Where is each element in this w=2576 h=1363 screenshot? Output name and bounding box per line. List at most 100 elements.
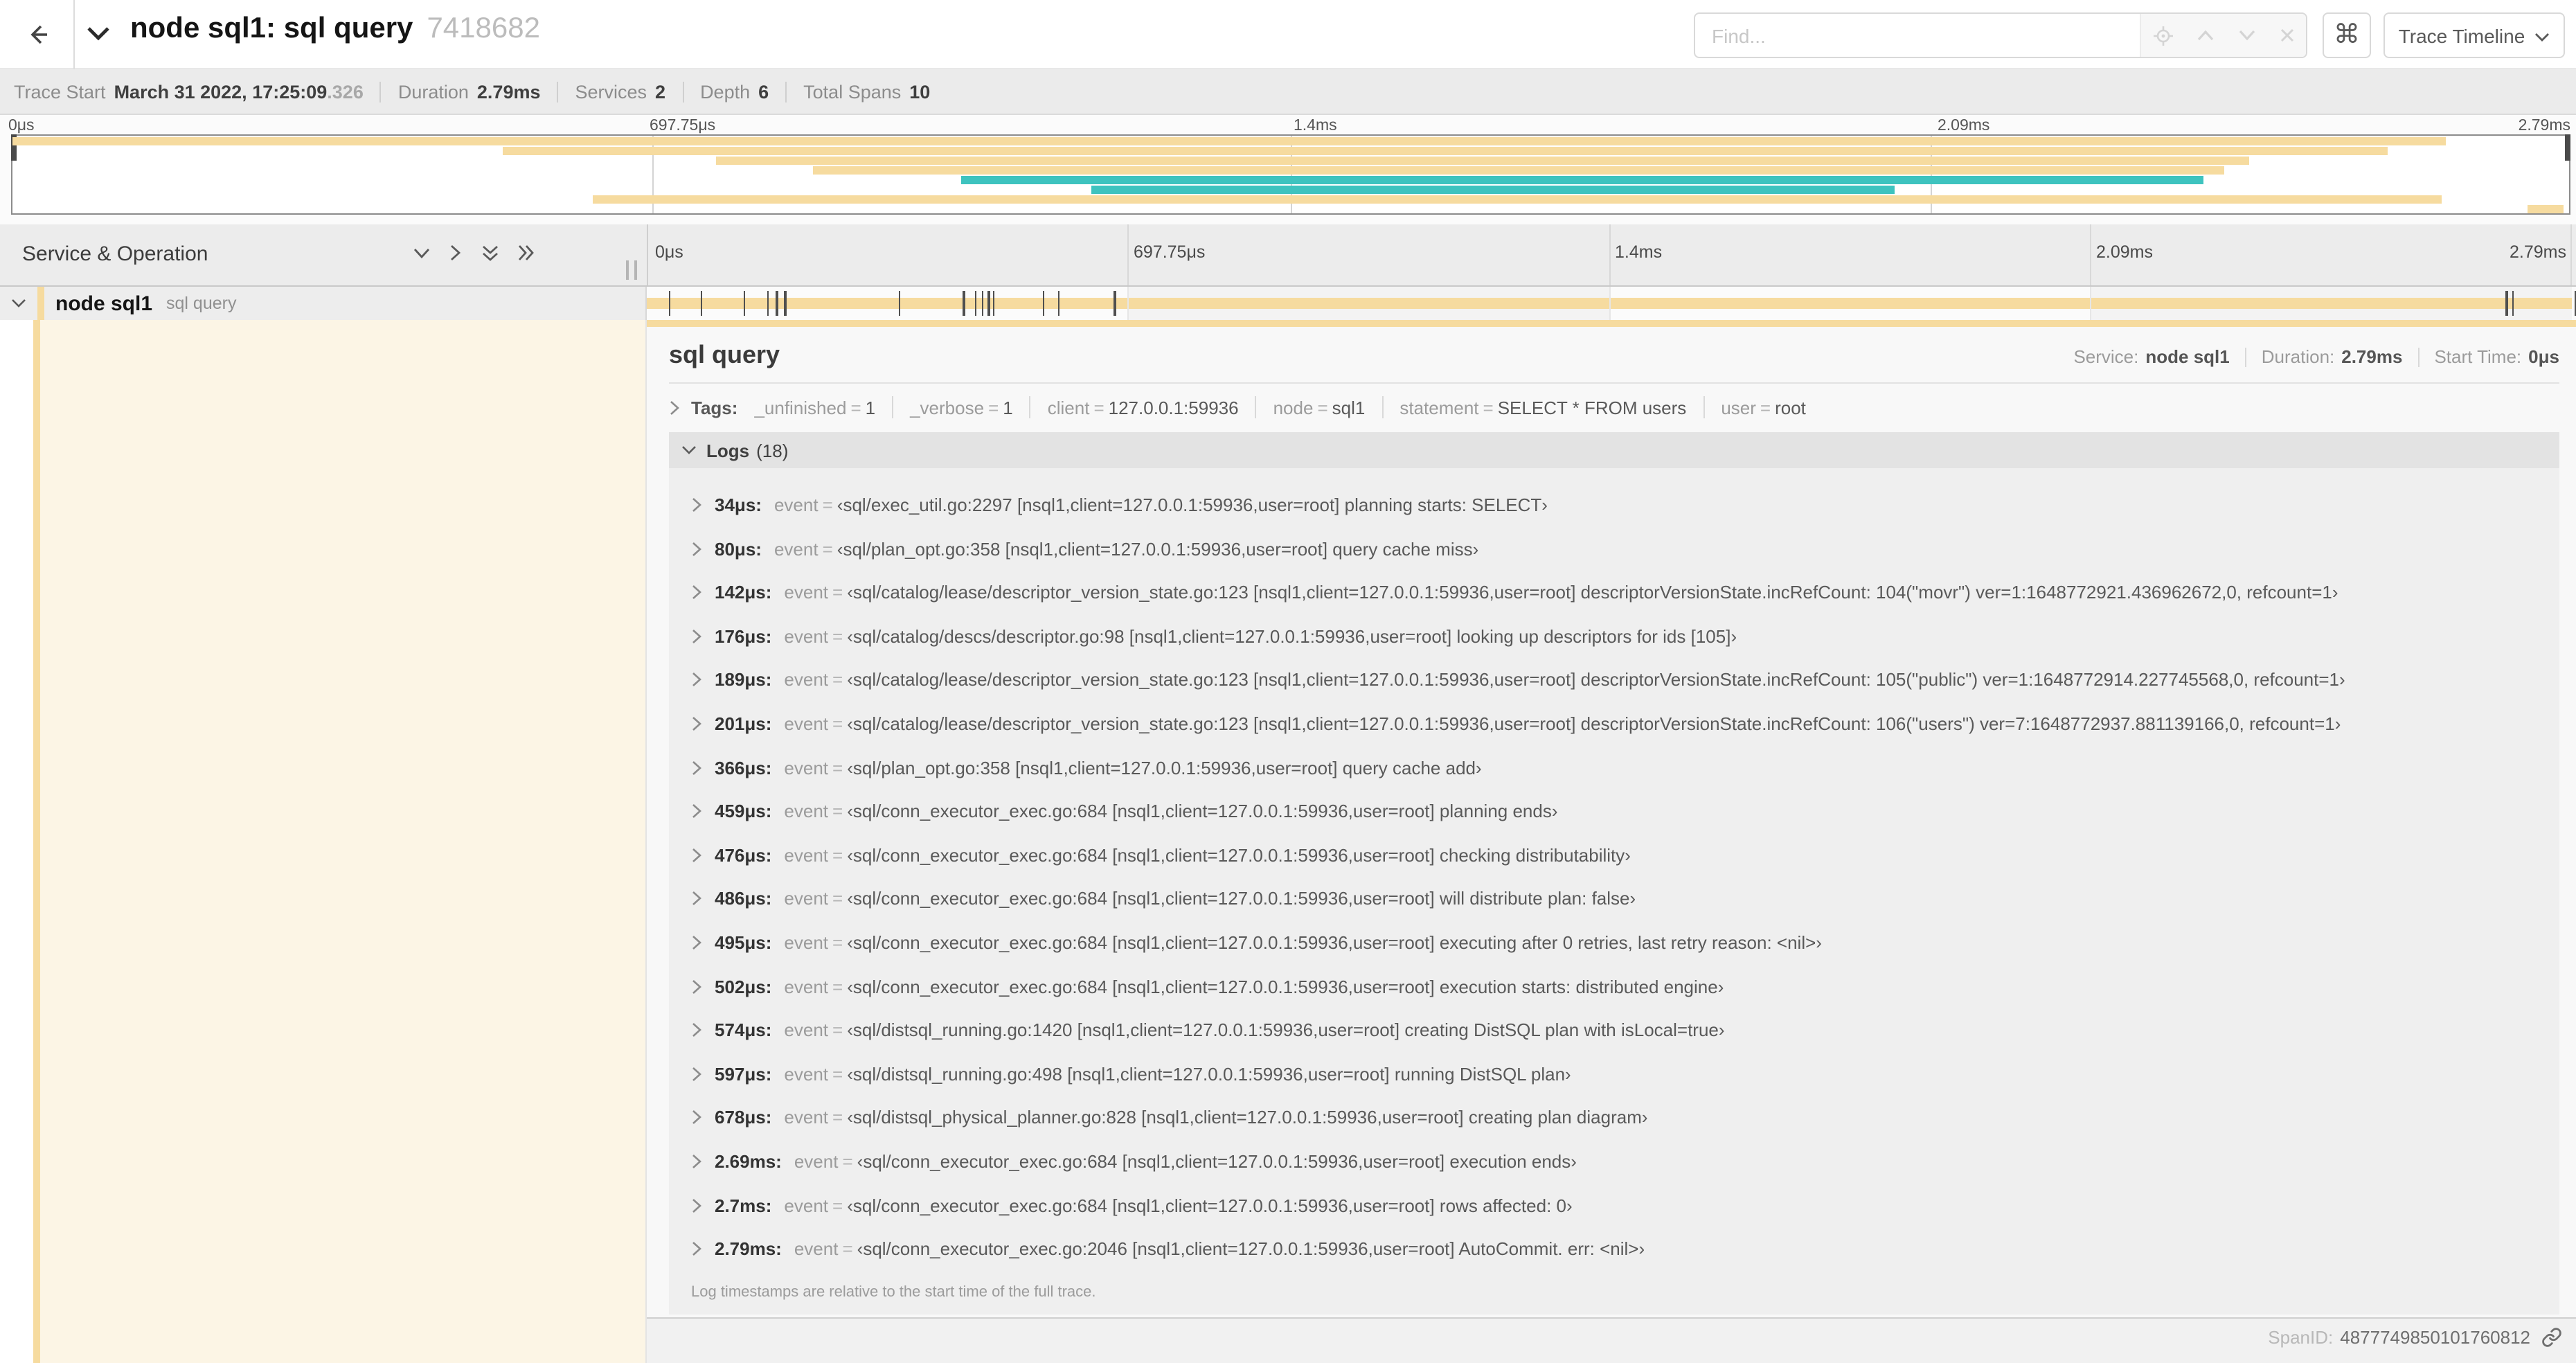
log-row[interactable]: 2.79ms: event = ‹sql/conn_executor_exec.go:…	[691, 1238, 2546, 1260]
log-row[interactable]: 486μs: event = ‹sql/conn_executor_exec.go:6…	[691, 888, 2546, 909]
log-row[interactable]: 502μs: event = ‹sql/conn_executor_exec.go:6…	[691, 977, 2546, 997]
expand-all-icon[interactable]	[518, 244, 535, 262]
span-name-cell[interactable]: node sql1 sql query	[0, 287, 647, 320]
log-row-chevron-icon	[691, 716, 702, 731]
log-row[interactable]: 459μs: event = ‹sql/conn_executor_exec.go:6…	[691, 801, 2546, 822]
keyboard-shortcuts-button[interactable]: ⌘	[2323, 12, 2371, 58]
gridline	[1127, 224, 1129, 285]
log-field-key: event	[773, 538, 819, 560]
log-tick	[974, 291, 977, 316]
log-field-value: ‹sql/plan_opt.go:358 [nsql1,client=127.0…	[847, 757, 1482, 778]
gridline	[2570, 224, 2572, 285]
log-tick	[987, 291, 990, 316]
log-timestamp: 459μs:	[715, 801, 772, 822]
minimap-canvas[interactable]	[11, 134, 2570, 215]
log-timestamp: 189μs:	[715, 669, 772, 691]
log-row[interactable]: 201μs: event = ‹sql/catalog/lease/descripto…	[691, 713, 2546, 734]
tag-value: 127.0.0.1:59936	[1108, 397, 1239, 418]
find-input[interactable]	[1695, 14, 2140, 57]
minimap-tick-label: 2.79ms	[2518, 118, 2570, 134]
tag-key: _verbose	[910, 397, 985, 418]
clear-find-icon[interactable]	[2279, 28, 2294, 43]
summary-value: 2	[655, 81, 666, 102]
collapse-trace-chevron[interactable]	[86, 24, 111, 50]
trace-id: 7418682	[427, 12, 540, 44]
prev-match-icon[interactable]	[2196, 29, 2214, 42]
deep-link-icon[interactable]	[2541, 1327, 2562, 1348]
log-row[interactable]: 495μs: event = ‹sql/conn_executor_exec.go:6…	[691, 932, 2546, 953]
log-equals: =	[832, 932, 843, 953]
column-resizer-grip[interactable]	[626, 260, 637, 280]
tag-value: 1	[1003, 397, 1013, 418]
minimap-tick-label: 1.4ms	[1294, 118, 1337, 134]
separator	[785, 81, 787, 102]
span-id-value: 4877749850101760812	[2340, 1327, 2530, 1348]
tag-key: node	[1273, 397, 1314, 418]
column-divider	[647, 224, 648, 285]
log-row-chevron-icon	[691, 1022, 702, 1037]
log-field-value: ‹sql/conn_executor_exec.go:2046 [nsql1,c…	[857, 1238, 1645, 1260]
log-row[interactable]: 574μs: event = ‹sql/distsql_running.go:1420…	[691, 1020, 2546, 1040]
collapse-all-icon[interactable]	[481, 244, 500, 261]
back-button[interactable]	[0, 0, 75, 69]
log-row[interactable]: 176μs: event = ‹sql/catalog/descs/descripto…	[691, 627, 2546, 647]
next-match-icon[interactable]	[2237, 29, 2255, 42]
separator	[1255, 396, 1257, 418]
log-row[interactable]: 597μs: event = ‹sql/distsql_running.go:498 …	[691, 1064, 2546, 1084]
service-name: node sql1	[55, 292, 153, 315]
logs-header[interactable]: Logs (18)	[669, 432, 2559, 468]
log-equals: =	[822, 538, 833, 560]
tag-equals: =	[1483, 397, 1494, 418]
log-field-key: event	[784, 582, 829, 603]
service-color-stripe	[37, 287, 44, 320]
minimap-tick-labels: 0μs 697.75μs 1.4ms 2.09ms 2.79ms	[0, 118, 2576, 136]
log-row[interactable]: 2.7ms: event = ‹sql/conn_executor_exec.go:6…	[691, 1195, 2546, 1215]
expand-one-icon[interactable]	[449, 244, 463, 262]
view-selector-button[interactable]: Trace Timeline	[2383, 12, 2565, 58]
focus-match-icon[interactable]	[2153, 26, 2172, 45]
log-row[interactable]: 366μs: event = ‹sql/plan_opt.go:358 [nsql1,…	[691, 758, 2546, 778]
tag-key: statement	[1399, 397, 1479, 418]
log-row[interactable]: 142μs: event = ‹sql/catalog/lease/descripto…	[691, 582, 2546, 603]
log-equals: =	[832, 582, 843, 603]
collapse-one-icon[interactable]	[413, 246, 431, 260]
logs-chevron-icon	[681, 445, 697, 456]
tags-list: _unfinished = 1 _verbose = 1 client = 127.0.0.1:…	[754, 396, 1806, 418]
log-equals: =	[832, 888, 843, 909]
log-row[interactable]: 678μs: event = ‹sql/distsql_physical_planne…	[691, 1108, 2546, 1128]
separator	[557, 81, 559, 102]
trace-title[interactable]: node sql1: sql query 7418682	[130, 12, 540, 46]
service-operation-header: Service & Operation	[22, 242, 208, 266]
log-field-value: ‹sql/plan_opt.go:358 [nsql1,client=127.0…	[837, 538, 1479, 560]
log-row[interactable]: 189μs: event = ‹sql/catalog/lease/descripto…	[691, 669, 2546, 691]
span-detail-header[interactable]: sql query Service: node sql1 Duration: 2.79…	[669, 341, 2559, 370]
log-row-chevron-icon	[691, 585, 702, 600]
minimap-right-scrubber[interactable]	[2565, 134, 2570, 161]
collapse-controls	[413, 244, 535, 262]
span-collapse-chevron-icon[interactable]	[11, 298, 26, 309]
summary-value: 2.79ms	[476, 81, 541, 102]
span-id-row: SpanID: 4877749850101760812	[2268, 1327, 2562, 1348]
tags-row[interactable]: Tags: _unfinished = 1 _verbose = 1 client = 127.…	[669, 396, 2559, 418]
tag-value: SELECT * FROM users	[1497, 397, 1687, 418]
summary-value: 6	[758, 81, 769, 102]
log-timestamp: 2.79ms:	[715, 1238, 782, 1260]
log-field-value: ‹sql/catalog/lease/descriptor_version_st…	[847, 582, 2338, 603]
detail-row-color-stripe	[33, 320, 40, 1363]
minimap-span-bar	[812, 166, 2224, 175]
tag-equals: =	[850, 397, 861, 418]
tag-equals: =	[1317, 397, 1328, 418]
log-row[interactable]: 80μs: event = ‹sql/plan_opt.go:358 [nsql1,c…	[691, 538, 2546, 560]
span-timeline-cell[interactable]	[647, 287, 2576, 320]
summary-label: Trace Start	[14, 81, 106, 102]
log-field-key: event	[784, 713, 829, 734]
tag-value: 1	[865, 397, 876, 418]
log-row[interactable]: 34μs: event = ‹sql/exec_util.go:2297 [nsql1…	[691, 495, 2546, 515]
log-field-value: ‹sql/conn_executor_exec.go:684 [nsql1,cl…	[847, 888, 1636, 909]
log-field-key: event	[794, 1238, 839, 1260]
log-tick	[898, 291, 901, 316]
log-row[interactable]: 2.69ms: event = ‹sql/conn_executor_exec.go:…	[691, 1152, 2546, 1172]
logs-list: 34μs: event = ‹sql/exec_util.go:2297 [nsql1…	[669, 468, 2559, 1315]
tag-equals: =	[988, 397, 999, 418]
log-row[interactable]: 476μs: event = ‹sql/conn_executor_exec.go:6…	[691, 846, 2546, 866]
